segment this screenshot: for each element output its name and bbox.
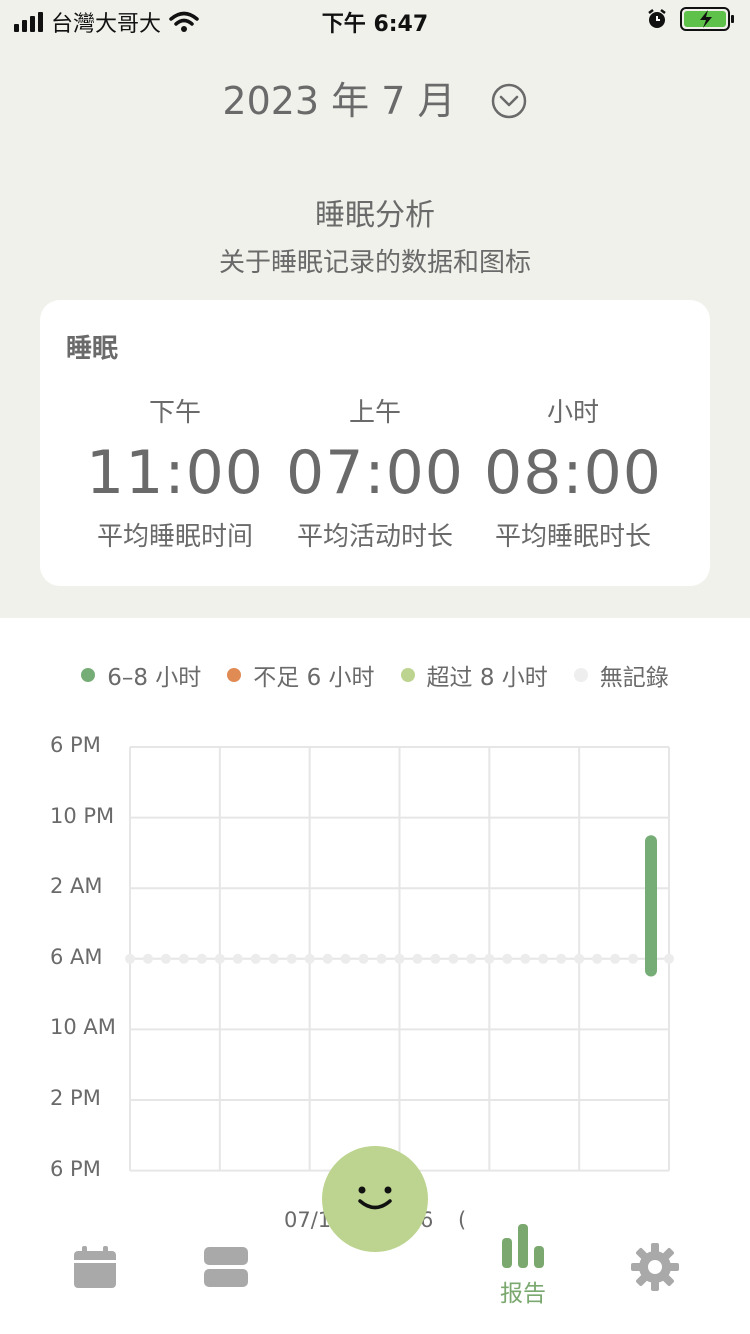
legend-dot: [400, 668, 415, 682]
chevron-down-icon[interactable]: [490, 82, 528, 120]
no-record-dot: [340, 953, 351, 964]
no-record-dot: [628, 953, 639, 964]
month-selector[interactable]: 2023 年 7 月: [0, 70, 750, 125]
legend-label: 不足 6 小时: [253, 665, 375, 691]
no-record-dot: [484, 953, 495, 964]
no-record-dot: [125, 953, 135, 964]
no-record-dot: [502, 953, 513, 964]
legend-label: 超过 8 小时: [426, 665, 548, 691]
stat-avg-active: 上午 07:00 平均活动时长: [275, 392, 475, 553]
stat-value: 07:00: [286, 438, 464, 508]
no-record-dot: [592, 953, 603, 964]
add-mood-button[interactable]: [322, 1146, 428, 1252]
section-title: 睡眠分析: [315, 198, 435, 233]
status-right: [646, 6, 736, 32]
legend-dot: [81, 668, 96, 682]
no-record-dot: [178, 953, 189, 964]
alarm-icon: [648, 9, 666, 28]
sleep-bar: [645, 835, 657, 977]
legend-item: 超过 8 小时: [400, 658, 548, 692]
month-label: 2023 年 7 月: [222, 79, 456, 123]
stat-caption: 平均活动时长: [296, 522, 453, 552]
no-record-dot: [376, 953, 387, 964]
tab-report[interactable]: 报告: [500, 1224, 546, 1308]
no-record-dot: [358, 953, 369, 964]
status-bar: 台灣大哥大 下午 6:47: [0, 0, 750, 40]
no-record-dot: [610, 953, 621, 964]
gear-icon: [631, 1243, 679, 1291]
tab-calendar[interactable]: [72, 1244, 118, 1290]
no-record-dot: [304, 953, 315, 964]
stat-label: 上午: [348, 398, 401, 428]
no-record-dot: [430, 953, 441, 964]
no-record-dot: [214, 953, 225, 964]
no-record-dot: [268, 953, 279, 964]
stat-value: 08:00: [484, 438, 662, 508]
stat-value: 11:00: [86, 438, 264, 508]
tab-report-label: 报告: [500, 1281, 546, 1307]
legend-item: 不足 6 小时: [227, 658, 375, 692]
section-subtitle: 关于睡眠记录的数据和图标: [218, 248, 531, 278]
no-record-dot: [286, 953, 297, 964]
stat-caption: 平均睡眠时长: [494, 522, 651, 552]
no-record-dot: [520, 953, 531, 964]
no-record-dot: [664, 953, 674, 964]
card-title: 睡眠: [66, 334, 119, 364]
smiley-face-icon: [358, 1186, 392, 1210]
status-time: 下午 6:47: [321, 12, 429, 37]
no-record-dot: [160, 953, 171, 964]
no-record-dot: [250, 953, 261, 964]
sleep-chart: 6 PM 10 PM 2 AM 6 AM 10 AM 2 PM 6 PM: [0, 720, 750, 1200]
legend-dot: [227, 668, 242, 682]
battery-charging-icon: [680, 7, 734, 31]
tab-settings[interactable]: [630, 1242, 680, 1292]
no-record-dot: [394, 953, 405, 964]
no-record-dot: [142, 953, 153, 964]
no-record-dot: [412, 953, 423, 964]
legend-item: 無記錄: [573, 658, 669, 692]
no-record-dot: [574, 953, 585, 964]
no-record-dot: [232, 953, 243, 964]
legend-label: 無記錄: [599, 665, 669, 691]
sleep-summary-card: 睡眠 下午 11:00 平均睡眠时间 上午 07:00 平均活动时长 小时 08…: [40, 300, 710, 586]
no-record-dot: [538, 953, 549, 964]
tab-list[interactable]: [203, 1246, 249, 1288]
chart-plot: [125, 746, 674, 1172]
legend-dot: [573, 668, 588, 682]
chart-legend: 6–8 小时 不足 6 小时 超过 8 小时 無記錄: [0, 658, 750, 692]
legend-label: 6–8 小时: [107, 665, 202, 691]
no-record-dot: [196, 953, 207, 964]
legend-item: 6–8 小时: [81, 658, 201, 692]
no-record-dot: [322, 953, 333, 964]
list-icon: [204, 1247, 248, 1287]
no-record-dot: [466, 953, 477, 964]
bar-chart-icon: [502, 1224, 544, 1268]
stat-avg-duration: 小时 08:00 平均睡眠时长: [473, 392, 673, 553]
stat-label: 小时: [546, 398, 599, 428]
stat-avg-bedtime: 下午 11:00 平均睡眠时间: [75, 392, 275, 553]
calendar-icon: [74, 1246, 116, 1288]
no-record-dot: [448, 953, 459, 964]
stat-label: 下午: [148, 398, 201, 428]
no-record-dot: [556, 953, 567, 964]
stat-caption: 平均睡眠时间: [96, 522, 253, 552]
